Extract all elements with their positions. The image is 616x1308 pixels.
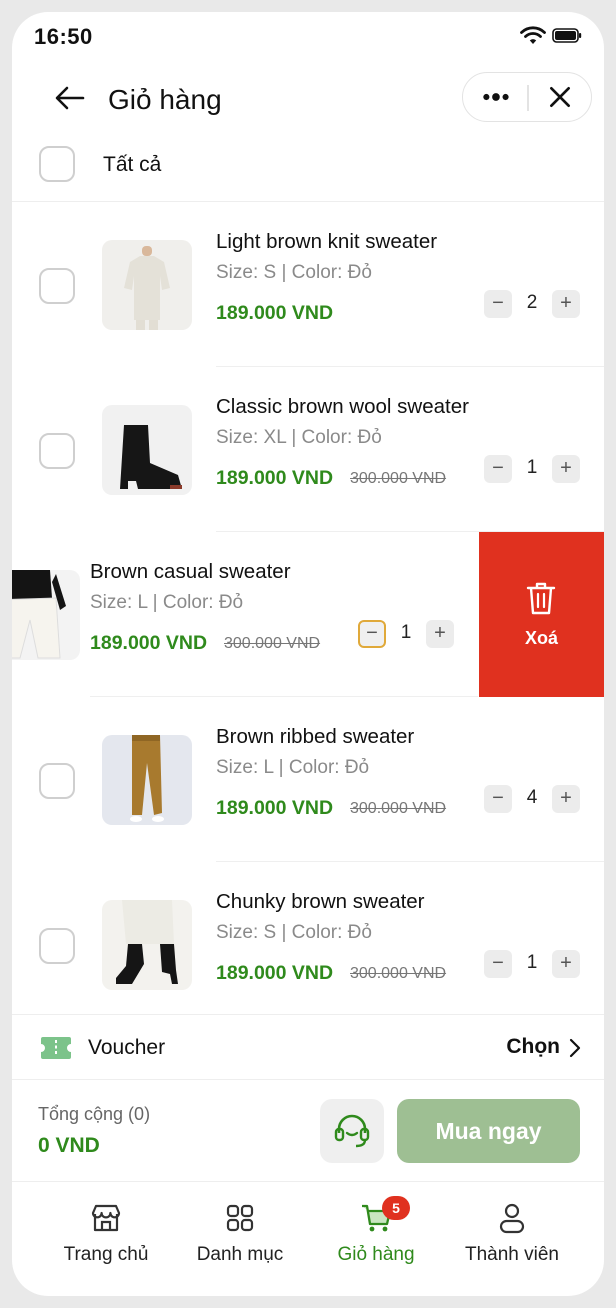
quantity-stepper: − 1 +: [358, 620, 454, 648]
select-all-checkbox[interactable]: [39, 146, 75, 182]
decrease-button[interactable]: −: [358, 620, 386, 648]
item-price: 189.000 VND: [90, 632, 208, 654]
chevron-right-icon: [569, 1038, 581, 1058]
increase-button[interactable]: +: [552, 290, 580, 318]
increase-button[interactable]: +: [552, 785, 580, 813]
item-checkbox[interactable]: [39, 763, 75, 799]
user-icon: [499, 1203, 525, 1234]
quantity-stepper: − 4 +: [484, 785, 580, 813]
item-checkbox[interactable]: [39, 268, 75, 304]
quantity-value: 1: [400, 622, 412, 643]
voucher-label: Voucher: [88, 1036, 166, 1059]
voucher-choose-link[interactable]: Chọn: [506, 1035, 560, 1059]
tab-label: Giỏ hàng: [337, 1244, 415, 1265]
item-name[interactable]: Classic brown wool sweater: [216, 395, 469, 419]
quantity-value: 4: [526, 787, 538, 808]
decrease-button[interactable]: −: [484, 785, 512, 813]
mini-app-capsule: [462, 72, 592, 122]
tab-label: Danh mục: [196, 1244, 284, 1265]
tab-label: Trang chủ: [63, 1244, 149, 1265]
product-image-shirt[interactable]: [102, 240, 192, 330]
quantity-stepper: − 1 +: [484, 455, 580, 483]
select-all-label: Tất cả: [103, 153, 162, 176]
item-variant: Size: L | Color: Đỏ: [216, 757, 370, 778]
tab-cart[interactable]: 5 Giỏ hàng: [306, 1196, 446, 1280]
item-name[interactable]: Light brown knit sweater: [216, 230, 437, 254]
voucher-row[interactable]: Voucher Chọn: [12, 1014, 604, 1080]
support-button[interactable]: [320, 1099, 384, 1163]
item-checkbox[interactable]: [39, 928, 75, 964]
phone-screen: 16:50 Giỏ hàng Tất cả Light brown knit s…: [12, 12, 604, 1296]
status-bar: 16:50: [12, 12, 604, 60]
item-name[interactable]: Brown ribbed sweater: [216, 725, 414, 749]
tab-label: Thành viên: [464, 1244, 559, 1265]
item-variant: Size: L | Color: Đỏ: [90, 592, 244, 613]
item-old-price: 300.000 VND: [224, 635, 321, 652]
item-old-price: 300.000 VND: [350, 965, 447, 982]
trash-icon: [526, 582, 556, 615]
product-image-shorts[interactable]: [12, 570, 80, 660]
quantity-value: 2: [526, 292, 538, 313]
total-value: 0 VND: [38, 1134, 100, 1157]
item-checkbox[interactable]: [39, 433, 75, 469]
item-price: 189.000 VND: [216, 467, 334, 489]
quantity-value: 1: [526, 457, 538, 478]
ticket-icon: [41, 1037, 71, 1059]
quantity-value: 1: [526, 952, 538, 973]
store-icon: [91, 1204, 121, 1232]
battery-icon: [552, 28, 582, 43]
cart-item-swiped: Brown casual sweater Size: L | Color: Đỏ…: [12, 532, 604, 697]
delete-label: Xoá: [524, 628, 558, 648]
product-image-pants[interactable]: [102, 735, 192, 825]
item-price: 189.000 VND: [216, 962, 334, 984]
grid-icon: [226, 1204, 254, 1232]
product-image-boots[interactable]: [102, 900, 192, 990]
cart-item: Classic brown wool sweater Size: XL | Co…: [12, 367, 604, 532]
item-old-price: 300.000 VND: [350, 800, 447, 817]
decrease-button[interactable]: −: [484, 290, 512, 318]
headset-icon: [334, 1114, 370, 1148]
delete-button[interactable]: Xoá: [479, 532, 604, 697]
item-name[interactable]: Chunky brown sweater: [216, 890, 425, 914]
back-arrow-icon[interactable]: [50, 78, 90, 118]
cart-item: Chunky brown sweater Size: S | Color: Đỏ…: [12, 862, 604, 1027]
tab-categories[interactable]: Danh mục: [170, 1200, 310, 1280]
decrease-button[interactable]: −: [484, 455, 512, 483]
wifi-icon: [520, 26, 546, 44]
increase-button[interactable]: +: [426, 620, 454, 648]
decrease-button[interactable]: −: [484, 950, 512, 978]
increase-button[interactable]: +: [552, 950, 580, 978]
total-label: Tổng cộng (0): [38, 1104, 151, 1124]
cart-item: Brown ribbed sweater Size: L | Color: Đỏ…: [12, 697, 604, 862]
item-variant: Size: S | Color: Đỏ: [216, 922, 372, 943]
select-all-row[interactable]: Tất cả: [12, 132, 604, 202]
buy-now-button[interactable]: Mua ngay: [397, 1099, 580, 1163]
bottom-tab-bar: Trang chủ Danh mục 5 Giỏ hàng Thành viên: [12, 1182, 604, 1296]
tab-members[interactable]: Thành viên: [442, 1200, 582, 1280]
increase-button[interactable]: +: [552, 455, 580, 483]
app-header: Giỏ hàng: [12, 64, 604, 132]
page-title: Giỏ hàng: [108, 84, 222, 115]
item-old-price: 300.000 VND: [350, 470, 447, 487]
quantity-stepper: − 1 +: [484, 950, 580, 978]
more-options-icon[interactable]: [463, 73, 527, 121]
status-time: 16:50: [34, 24, 93, 49]
item-variant: Size: S | Color: Đỏ: [216, 262, 372, 283]
quantity-stepper: − 2 +: [484, 290, 580, 318]
product-image-boot[interactable]: [102, 405, 192, 495]
item-name[interactable]: Brown casual sweater: [90, 560, 291, 584]
item-price: 189.000 VND: [216, 302, 334, 324]
checkout-bar: Tổng cộng (0) 0 VND Mua ngay: [12, 1080, 604, 1182]
tab-home[interactable]: Trang chủ: [36, 1200, 176, 1280]
item-price: 189.000 VND: [216, 797, 334, 819]
item-variant: Size: XL | Color: Đỏ: [216, 427, 382, 448]
cart-badge: 5: [382, 1196, 410, 1220]
close-icon[interactable]: [529, 73, 591, 121]
cart-item: Light brown knit sweater Size: S | Color…: [12, 202, 604, 367]
